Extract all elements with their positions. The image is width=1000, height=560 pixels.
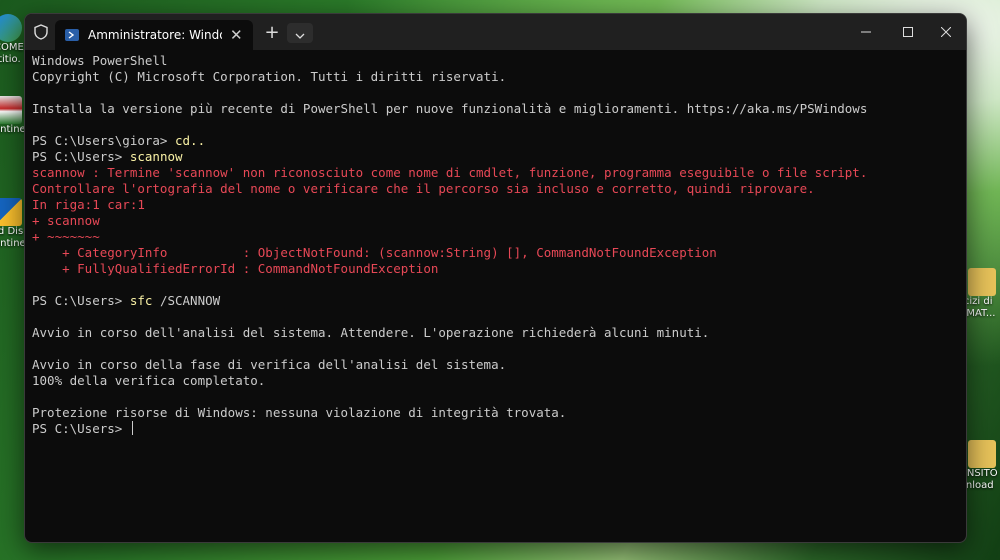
desktop-icon-label: COME rtitio. (0, 42, 24, 65)
console-line: PS C:\Users> (32, 421, 958, 437)
prompt-text: PS C:\Users> (32, 293, 130, 308)
tab-title: Amministratore: Windows PowerShell (88, 28, 222, 42)
desktop-icon-label: entine (0, 124, 26, 135)
app-icon (0, 198, 22, 226)
console-line: PS C:\Users> scannow (32, 149, 958, 165)
console-line: + CategoryInfo : ObjectNotFound: (scanno… (32, 245, 717, 260)
minimize-icon (861, 22, 871, 41)
prompt-text: PS C:\Users> (32, 149, 130, 164)
prompt-text: PS C:\Users\giora> (32, 133, 175, 148)
console-line: PS C:\Users\giora> cd.. (32, 133, 958, 149)
close-icon (940, 22, 952, 41)
desktop-icon-3[interactable]: rd Dis entine (0, 198, 26, 250)
folder-icon (968, 268, 996, 296)
shield-icon (31, 22, 51, 42)
desktop-icon-label: rd Dis entine (0, 226, 26, 249)
command-text: cd.. (175, 133, 206, 148)
app-icon (0, 14, 22, 42)
console-line: + ~~~~~~~ (32, 229, 100, 244)
folder-icon (968, 440, 996, 468)
console-output[interactable]: Windows PowerShell Copyright (C) Microsof… (32, 53, 958, 538)
console-line: Controllare l'ortografia del nome o veri… (32, 181, 815, 196)
console-line: Copyright (C) Microsoft Corporation. Tut… (32, 69, 507, 84)
tab-close-icon[interactable]: ✕ (230, 26, 243, 44)
maximize-icon (903, 22, 913, 41)
console-line: In riga:1 car:1 (32, 197, 145, 212)
prompt-text: PS C:\Users> (32, 421, 130, 436)
console-line: PS C:\Users> sfc /SCANNOW (32, 293, 958, 309)
new-tab-button[interactable]: + (262, 23, 282, 43)
console-line: Avvio in corso dell'analisi del sistema.… (32, 325, 710, 340)
console-line: Windows PowerShell (32, 53, 168, 68)
powershell-icon (65, 29, 79, 41)
command-text: scannow (129, 149, 183, 164)
text-cursor (131, 421, 133, 435)
close-button[interactable] (923, 14, 966, 48)
tab-dropdown-button[interactable] (287, 23, 313, 43)
desktop-icon-1[interactable]: COME rtitio. (0, 14, 24, 66)
minimize-button[interactable] (843, 14, 889, 48)
chevron-down-icon (295, 24, 305, 43)
console-line: Installa la versione più recente di Powe… (32, 101, 868, 116)
console-line: scannow : Termine 'scannow' non riconosc… (32, 165, 868, 180)
console-line: 100% della verifica completato. (32, 373, 266, 388)
command-text: sfc (129, 293, 153, 308)
command-args: /SCANNOW (152, 293, 221, 308)
console-line: Avvio in corso della fase di verifica de… (32, 357, 507, 372)
desktop-icon-2[interactable]: entine (0, 96, 26, 136)
console-line: + scannow (32, 213, 100, 228)
terminal-window: Amministratore: Windows PowerShell ✕ + W… (24, 13, 967, 543)
console-line: + FullyQualifiedErrorId : CommandNotFoun… (32, 261, 439, 276)
app-icon (0, 96, 22, 124)
console-line: Protezione risorse di Windows: nessuna v… (32, 405, 567, 420)
tab-powershell[interactable]: Amministratore: Windows PowerShell ✕ (55, 20, 253, 50)
title-bar[interactable]: Amministratore: Windows PowerShell ✕ + (25, 14, 966, 50)
